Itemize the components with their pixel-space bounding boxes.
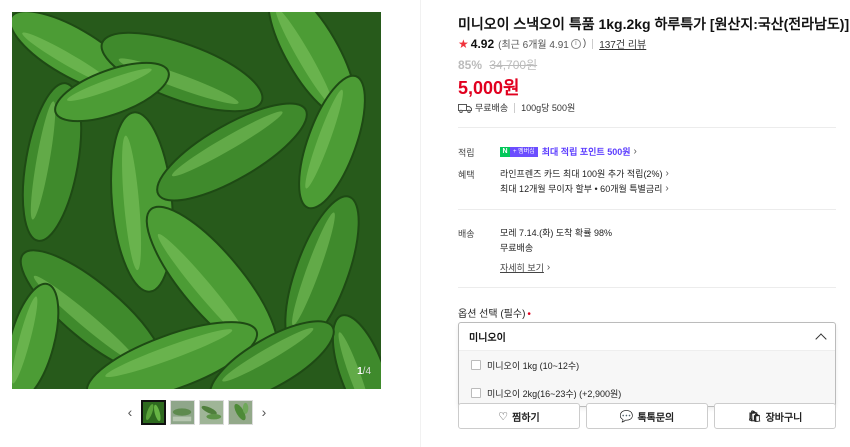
checkbox[interactable] <box>471 388 481 398</box>
truck-icon <box>458 103 472 113</box>
selected-option: 미니오이 <box>469 333 506 344</box>
chevron-right-icon: › <box>665 183 669 194</box>
chevron-right-icon[interactable]: › <box>257 402 271 422</box>
delivery-label: 배송 <box>458 229 475 239</box>
thumbnail-strip: ‹ › <box>123 399 271 425</box>
chevron-right-icon: › <box>665 168 669 179</box>
chevron-right-icon: › <box>546 262 551 273</box>
option-select-head[interactable]: 미니오이 <box>459 323 835 351</box>
chevron-left-icon[interactable]: ‹ <box>123 402 137 422</box>
divider <box>458 287 836 288</box>
column-divider <box>420 0 421 447</box>
thumbnail-1[interactable] <box>141 399 166 425</box>
action-buttons: ♡ 찜하기 💬 톡톡문의 🛍 장바구니 <box>458 403 836 429</box>
thumbnail-4[interactable] <box>228 399 253 425</box>
shipping-summary: 무료배송 100g당 500원 <box>458 101 575 114</box>
option-select[interactable]: 미니오이 미니오이 1kg (10~12수) 미니오이 2kg(16~23수) … <box>458 322 836 407</box>
separator <box>514 102 516 113</box>
free-shipping: 무료배송 <box>475 103 509 113</box>
original-price: 34,700원 <box>489 58 538 72</box>
option-label: 옵션 선택 (필수) • <box>458 309 531 320</box>
benefit-card-row[interactable]: 라인프렌즈 카드 최대 100원 추가 적립(2%) › <box>500 167 669 180</box>
wish-button[interactable]: ♡ 찜하기 <box>458 403 580 429</box>
thumbnail-image <box>200 400 223 424</box>
benefit-installment-row[interactable]: 최대 12개월 무이자 할부 • 60개월 특별금리 › <box>500 182 669 195</box>
product-gallery: 1/4 ‹ › <box>0 0 420 447</box>
thumbnail-image <box>143 401 164 423</box>
delivery-eta: 모레 7.14.(화) 도착 확률 98% <box>500 228 612 238</box>
thumbnail-2[interactable] <box>170 399 195 425</box>
sale-price: 5,000원 <box>458 78 520 98</box>
separator <box>592 38 594 49</box>
discount-rate: 85% <box>458 58 483 72</box>
max-point-text: 최대 적립 포인트 500원 <box>541 147 631 157</box>
shopping-bag-icon: 🛍 <box>747 410 762 423</box>
cart-button[interactable]: 🛍 장바구니 <box>714 403 836 429</box>
chevron-right-icon: › <box>633 146 637 157</box>
delivery-detail-link[interactable]: 자세히 보기 › <box>500 261 550 274</box>
required-mark: • <box>527 309 531 320</box>
recent-rating-close: ) <box>582 38 587 49</box>
image-page-counter: 1/4 <box>357 366 371 377</box>
divider <box>458 209 836 210</box>
product-title: 미니오이 스낵오이 특품 1kg.2kg 하루특가 [원산지:국산(전라남도)] <box>458 16 850 32</box>
cucumber-photo <box>12 12 381 389</box>
thumbnail-3[interactable] <box>199 399 224 425</box>
delivery-fee: 무료배송 <box>500 243 534 253</box>
point-row[interactable]: N + 멤버십 최대 적립 포인트 500원 › <box>500 145 637 158</box>
divider <box>458 127 836 128</box>
thumbnail-image <box>171 400 194 424</box>
thumbnail-image <box>229 400 252 424</box>
rating-value: 4.92 <box>470 36 495 51</box>
review-count-link[interactable]: 137건 리뷰 <box>599 36 646 51</box>
chevron-up-icon <box>815 332 827 345</box>
product-info-panel: 미니오이 스낵오이 특품 1kg.2kg 하루특가 [원산지:국산(전라남도)]… <box>458 0 849 447</box>
discount-row: 85% 34,700원 <box>458 56 537 73</box>
heart-icon: ♡ <box>498 410 509 423</box>
info-icon[interactable]: i <box>570 38 581 49</box>
checkbox[interactable] <box>471 360 481 370</box>
option-item[interactable]: 미니오이 1kg (10~12수) <box>459 351 835 379</box>
talk-inquiry-button[interactable]: 💬 톡톡문의 <box>586 403 708 429</box>
npay-membership-badge: N + 멤버십 <box>500 146 538 157</box>
benefit-label: 혜택 <box>458 170 475 180</box>
main-product-image[interactable]: 1/4 <box>12 12 381 389</box>
star-icon: ★ <box>458 36 469 51</box>
chat-bubble-icon: 💬 <box>619 410 634 423</box>
point-label: 적립 <box>458 148 475 158</box>
unit-price: 100g당 500원 <box>521 103 576 113</box>
recent-rating: (최근 6개월 4.91 <box>498 40 569 51</box>
rating-row: ★ 4.92 (최근 6개월 4.91 i ) 137건 리뷰 <box>458 36 646 52</box>
